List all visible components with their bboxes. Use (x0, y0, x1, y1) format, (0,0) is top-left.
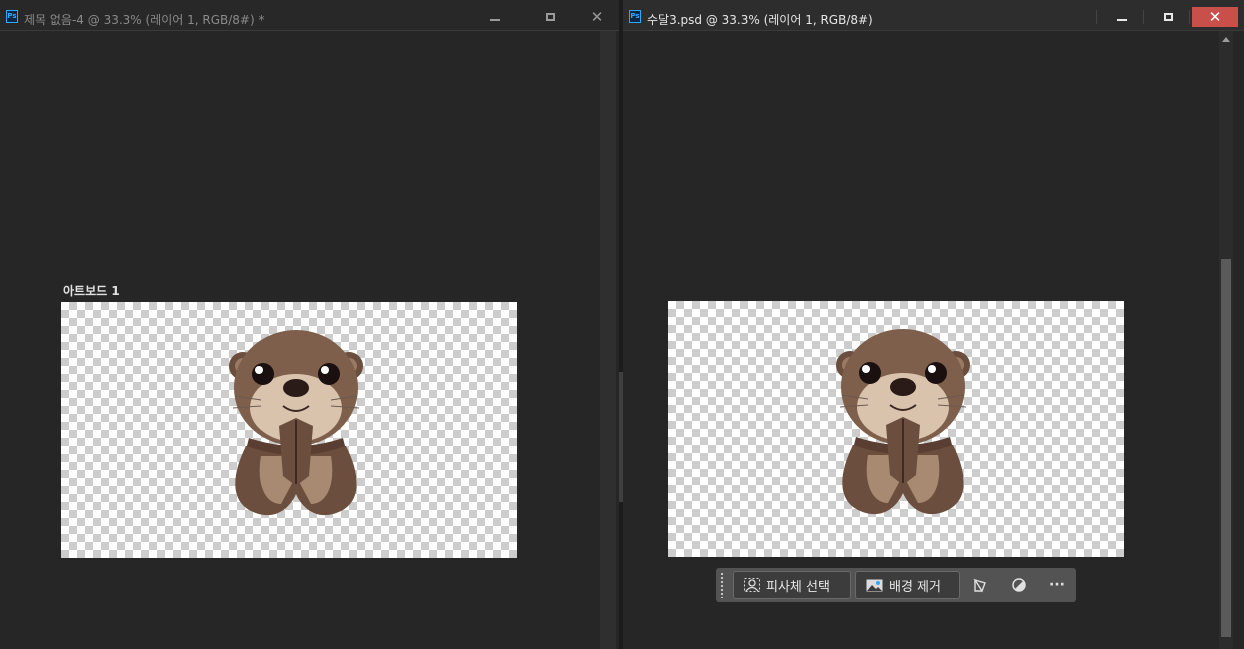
maximize-icon (545, 13, 555, 21)
title-separator (1143, 10, 1144, 24)
minimize-icon (1117, 19, 1127, 21)
title-bar[interactable]: Ps 수달3.psd @ 33.3% (레이어 1, RGB/8#) ✕ (623, 0, 1244, 31)
more-button[interactable]: ··· (1044, 573, 1070, 597)
maximize-button[interactable] (533, 8, 567, 26)
remove-background-button[interactable]: 배경 제거 (855, 571, 960, 599)
document-canvas[interactable] (668, 301, 1124, 557)
minimize-button[interactable] (478, 8, 512, 26)
document-title: 제목 없음-4 @ 33.3% (레이어 1, RGB/8#) * (24, 13, 265, 27)
more-icon: ··· (1049, 577, 1065, 593)
adjustment-button[interactable] (1006, 573, 1032, 597)
close-button[interactable]: ✕ (580, 8, 614, 26)
close-button[interactable]: ✕ (1192, 7, 1238, 27)
document-window-right[interactable]: Ps 수달3.psd @ 33.3% (레이어 1, RGB/8#) ✕ (623, 0, 1244, 649)
vertical-scrollbar[interactable] (600, 31, 616, 649)
close-icon: ✕ (590, 8, 604, 26)
maximize-button[interactable] (1151, 8, 1185, 26)
otter-image (835, 328, 971, 516)
close-icon: ✕ (1208, 8, 1222, 26)
title-separator (1096, 10, 1097, 24)
select-subject-label: 피사체 선택 (766, 579, 830, 595)
drag-handle-icon[interactable] (720, 572, 724, 598)
transform-icon (973, 578, 986, 593)
artboard-canvas[interactable] (61, 302, 517, 558)
scroll-thumb[interactable] (600, 31, 616, 649)
person-select-icon (744, 578, 760, 592)
vertical-scrollbar[interactable] (1219, 31, 1233, 649)
document-window-left[interactable]: Ps 제목 없음-4 @ 33.3% (레이어 1, RGB/8#) * ✕ 아… (0, 0, 619, 649)
title-bar[interactable]: Ps 제목 없음-4 @ 33.3% (레이어 1, RGB/8#) * ✕ (0, 0, 619, 31)
photoshop-icon: Ps (6, 10, 18, 23)
minimize-icon (490, 19, 500, 21)
remove-background-label: 배경 제거 (889, 579, 941, 595)
document-title: 수달3.psd @ 33.3% (레이어 1, RGB/8#) (647, 13, 873, 27)
photoshop-icon: Ps (629, 10, 641, 23)
scroll-up-icon[interactable] (1222, 37, 1230, 42)
image-remove-bg-icon (866, 579, 883, 591)
minimize-button[interactable] (1105, 8, 1139, 26)
select-subject-button[interactable]: 피사체 선택 (733, 571, 851, 599)
scroll-thumb[interactable] (1221, 259, 1231, 637)
transform-button[interactable] (967, 573, 993, 597)
title-separator (1189, 10, 1190, 24)
otter-image (228, 329, 364, 517)
adjustment-icon (1012, 578, 1026, 592)
artboard-label[interactable]: 아트보드 1 (63, 282, 120, 299)
contextual-task-bar[interactable]: 피사체 선택 배경 제거 ··· (716, 568, 1076, 602)
maximize-icon (1163, 13, 1173, 21)
